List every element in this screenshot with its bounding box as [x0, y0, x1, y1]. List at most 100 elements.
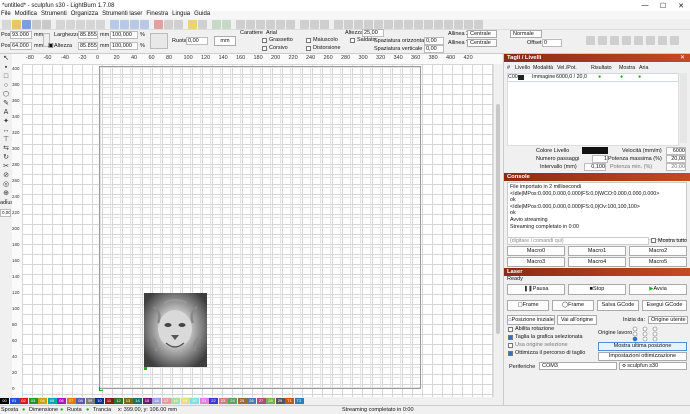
- palette-swatch[interactable]: 18: [171, 398, 180, 404]
- measure-icon[interactable]: [384, 20, 393, 29]
- palette-swatch[interactable]: 24: [228, 398, 237, 404]
- stop-button[interactable]: ■Stop: [568, 284, 626, 295]
- posx-field[interactable]: 93.000: [10, 31, 32, 39]
- text-justify-icon[interactable]: [658, 36, 667, 45]
- speed-field[interactable]: 6000: [666, 147, 686, 155]
- palette-swatch[interactable]: 19: [180, 398, 190, 404]
- new-file-icon[interactable]: [2, 20, 11, 29]
- mirror-h-icon[interactable]: [310, 20, 319, 29]
- offset-icon[interactable]: [414, 20, 423, 29]
- variable-text-icon[interactable]: [464, 20, 473, 29]
- node-edit-icon[interactable]: [424, 20, 433, 29]
- hspace-field[interactable]: 0,00: [424, 37, 444, 45]
- device-settings-icon[interactable]: [174, 20, 183, 29]
- position-laser-icon[interactable]: ✦: [2, 118, 10, 125]
- macro5-button[interactable]: Macro5: [629, 257, 687, 267]
- group-icon[interactable]: [212, 20, 221, 29]
- undo-icon[interactable]: [86, 20, 95, 29]
- show-last-position-button[interactable]: Mostra ultima posizione: [598, 342, 687, 351]
- palette-swatch[interactable]: 26: [247, 398, 256, 404]
- palette-swatch[interactable]: T1: [285, 398, 294, 404]
- palette-swatch[interactable]: 28: [266, 398, 275, 404]
- align-center-icon[interactable]: [246, 20, 255, 29]
- run-gcode-button[interactable]: Esegui GCode: [642, 300, 687, 311]
- panel-close-icon[interactable]: ✕: [680, 54, 685, 61]
- palette-swatch[interactable]: 13: [123, 398, 133, 404]
- palette-swatch[interactable]: 27: [256, 398, 266, 404]
- optimization-settings-button[interactable]: Impostazioni ottimizzazione: [598, 352, 687, 361]
- menu-tools[interactable]: Strumenti: [41, 11, 67, 19]
- home-button[interactable]: ⌂Posizione iniziale: [507, 315, 555, 325]
- layer-color-box[interactable]: [582, 147, 608, 154]
- palette-swatch[interactable]: 09: [85, 398, 95, 404]
- text-tool-left-icon[interactable]: A: [2, 109, 10, 116]
- palette-swatch[interactable]: 17: [161, 398, 171, 404]
- dock-icon[interactable]: [344, 20, 353, 29]
- selection-handle[interactable]: [144, 367, 147, 370]
- align-left-icon[interactable]: [236, 20, 245, 29]
- align-top-icon[interactable]: [266, 20, 275, 29]
- rotary-checkbox[interactable]: [508, 327, 513, 332]
- menu-help[interactable]: Guida: [194, 11, 210, 19]
- min-power-field[interactable]: 20,00: [666, 163, 686, 171]
- save-gcode-button[interactable]: Salva GCode: [597, 300, 639, 311]
- status-shear[interactable]: Trancia: [93, 407, 111, 413]
- polygon-tool-icon[interactable]: ⬡: [2, 91, 10, 98]
- align-right-icon[interactable]: [256, 20, 265, 29]
- interval-field[interactable]: 0,100: [584, 163, 606, 171]
- tabs-tool-icon[interactable]: ⊤: [2, 136, 10, 143]
- palette-swatch[interactable]: 29: [275, 398, 285, 404]
- palette-swatch[interactable]: T2: [294, 398, 304, 404]
- italic-checkbox[interactable]: [262, 46, 267, 51]
- palette-swatch[interactable]: 05: [47, 398, 57, 404]
- bold-checkbox[interactable]: [262, 38, 267, 43]
- ungroup-icon[interactable]: [222, 20, 231, 29]
- frame-icon[interactable]: [198, 20, 207, 29]
- align-middle-icon[interactable]: [276, 20, 285, 29]
- palette-swatch[interactable]: 23: [218, 398, 228, 404]
- tabs-icon[interactable]: [454, 20, 463, 29]
- cut-selected-checkbox[interactable]: [508, 335, 513, 340]
- boolean-icon[interactable]: [404, 20, 413, 29]
- show-all-checkbox[interactable]: [651, 238, 656, 243]
- palette-swatch[interactable]: 02: [19, 398, 28, 404]
- palette-swatch[interactable]: 16: [152, 398, 161, 404]
- rectangle-tool-icon[interactable]: □: [2, 73, 10, 80]
- align-y-select[interactable]: Centrale: [467, 39, 497, 47]
- minimize-button[interactable]: —: [636, 2, 654, 9]
- copy-icon[interactable]: [66, 20, 75, 29]
- trace-image-icon[interactable]: [154, 20, 163, 29]
- distribute-icon[interactable]: [300, 20, 309, 29]
- vspace-field[interactable]: 0,00: [424, 45, 444, 53]
- console-command-input[interactable]: (digitare i comandi qui): [507, 237, 649, 245]
- goto-origin-button[interactable]: Vai all'origine: [557, 315, 597, 325]
- text-align-center-icon[interactable]: [634, 36, 643, 45]
- menu-arrange[interactable]: Organizza: [71, 11, 98, 19]
- text-path-icon[interactable]: [598, 36, 607, 45]
- units-toggle-button[interactable]: mm: [214, 36, 236, 46]
- palette-swatch[interactable]: 01: [9, 398, 19, 404]
- macro4-button[interactable]: Macro4: [568, 257, 626, 267]
- layer-row[interactable]: C00 Immagine 6000,0 / 20,0 ● ● ●: [507, 73, 679, 82]
- macro2-button[interactable]: Macro2: [629, 246, 687, 256]
- palette-swatch[interactable]: 14: [133, 398, 142, 404]
- mirror-tool-icon[interactable]: ⇆: [2, 145, 10, 152]
- palette-swatch[interactable]: 07: [66, 398, 76, 404]
- width-field[interactable]: 85.855: [78, 31, 98, 39]
- macro1-button[interactable]: Macro1: [568, 246, 626, 256]
- array-icon[interactable]: [354, 20, 363, 29]
- draw-lines-icon[interactable]: ✎: [2, 100, 10, 107]
- offset-tool-icon[interactable]: ◎: [2, 181, 10, 188]
- port-select[interactable]: COM3: [539, 362, 617, 370]
- text-align-left-icon[interactable]: [622, 36, 631, 45]
- palette-swatch[interactable]: 10: [95, 398, 104, 404]
- macro3-button[interactable]: Macro3: [507, 257, 565, 267]
- open-folder-icon[interactable]: [12, 20, 21, 29]
- scale-y-field[interactable]: 100,000: [110, 42, 138, 50]
- status-move[interactable]: Sposta: [1, 407, 18, 413]
- optimize-checkbox[interactable]: [508, 351, 513, 356]
- posy-field[interactable]: 64.000: [10, 42, 32, 50]
- convert-path-icon[interactable]: [434, 20, 443, 29]
- corner-radius-field[interactable]: 0,00: [0, 209, 11, 217]
- distort-checkbox[interactable]: [306, 46, 311, 51]
